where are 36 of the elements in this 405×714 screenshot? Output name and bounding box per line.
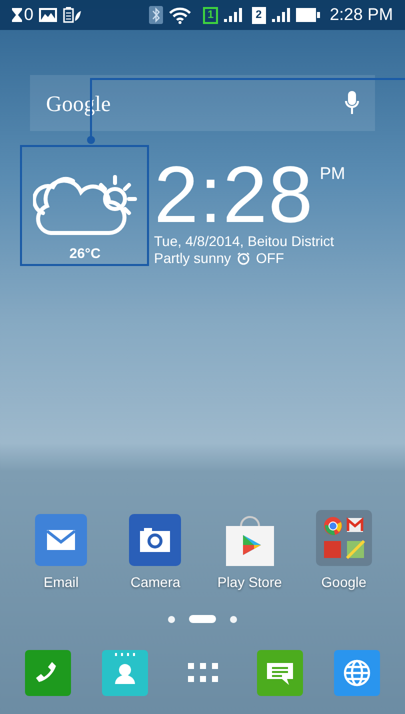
microphone-icon[interactable] — [345, 91, 359, 115]
signal-icon — [224, 8, 242, 22]
app-label[interactable]: Email — [44, 572, 79, 593]
image-icon — [39, 8, 58, 22]
globe-icon[interactable] — [334, 650, 380, 696]
weather-widget[interactable]: 26°C — [22, 147, 148, 266]
bluetooth-icon — [149, 6, 164, 24]
phone-icon[interactable] — [25, 650, 71, 696]
status-time: 2:28 PM — [330, 4, 393, 26]
signal-icon — [272, 8, 290, 22]
camera-icon[interactable] — [129, 514, 182, 566]
alarm-clock-icon — [237, 252, 250, 265]
app-label[interactable]: Camera — [130, 572, 180, 593]
alarm-status-text: OFF — [256, 250, 284, 267]
app-folder-icon[interactable] — [316, 510, 372, 566]
search-bar[interactable]: Google — [30, 75, 375, 131]
temperature-text: 26°C — [69, 244, 101, 263]
envelope-icon[interactable] — [35, 514, 88, 566]
shopping-bag-icon[interactable] — [224, 514, 276, 566]
weather-condition-text: Partly sunny — [154, 250, 232, 267]
sim-one-badge: 1 — [203, 6, 218, 24]
app-grid-icon[interactable] — [188, 663, 218, 683]
clock-time[interactable]: 2:28 — [154, 161, 314, 229]
app-label[interactable]: Play Store — [217, 572, 282, 593]
sim-two-badge: 2 — [252, 6, 266, 24]
battery-saver-icon — [63, 7, 82, 23]
google-logo: Google — [46, 90, 111, 118]
date-location-text: Tue, 4/8/2014, Beitou District — [154, 233, 336, 250]
notification-count: 0 — [24, 4, 34, 26]
meridiem-text: PM — [320, 163, 346, 185]
chat-bubble-icon[interactable] — [256, 650, 303, 696]
wifi-icon — [169, 6, 192, 24]
battery-icon — [296, 8, 320, 22]
hourglass-icon — [12, 8, 22, 22]
contact-card-icon[interactable] — [102, 650, 148, 696]
app-label[interactable]: Google — [321, 572, 366, 593]
